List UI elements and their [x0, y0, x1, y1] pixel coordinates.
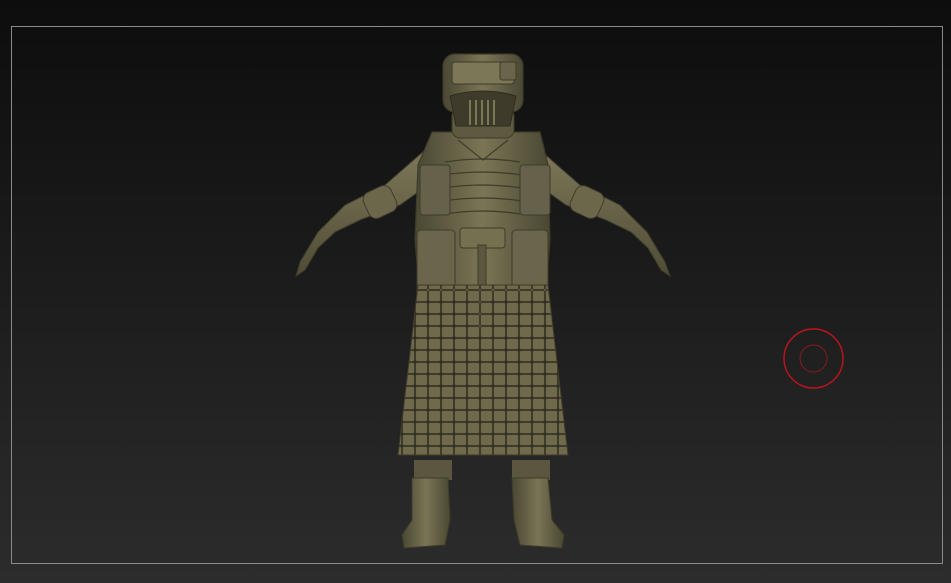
tiled-skirt	[397, 284, 569, 456]
sculpted-soldier-model[interactable]	[0, 0, 951, 583]
helmet	[442, 53, 524, 139]
right-arm	[537, 148, 671, 278]
left-arm	[295, 148, 429, 278]
brush-cursor	[783, 328, 844, 389]
right-boot	[511, 460, 565, 549]
left-boot	[401, 460, 452, 549]
